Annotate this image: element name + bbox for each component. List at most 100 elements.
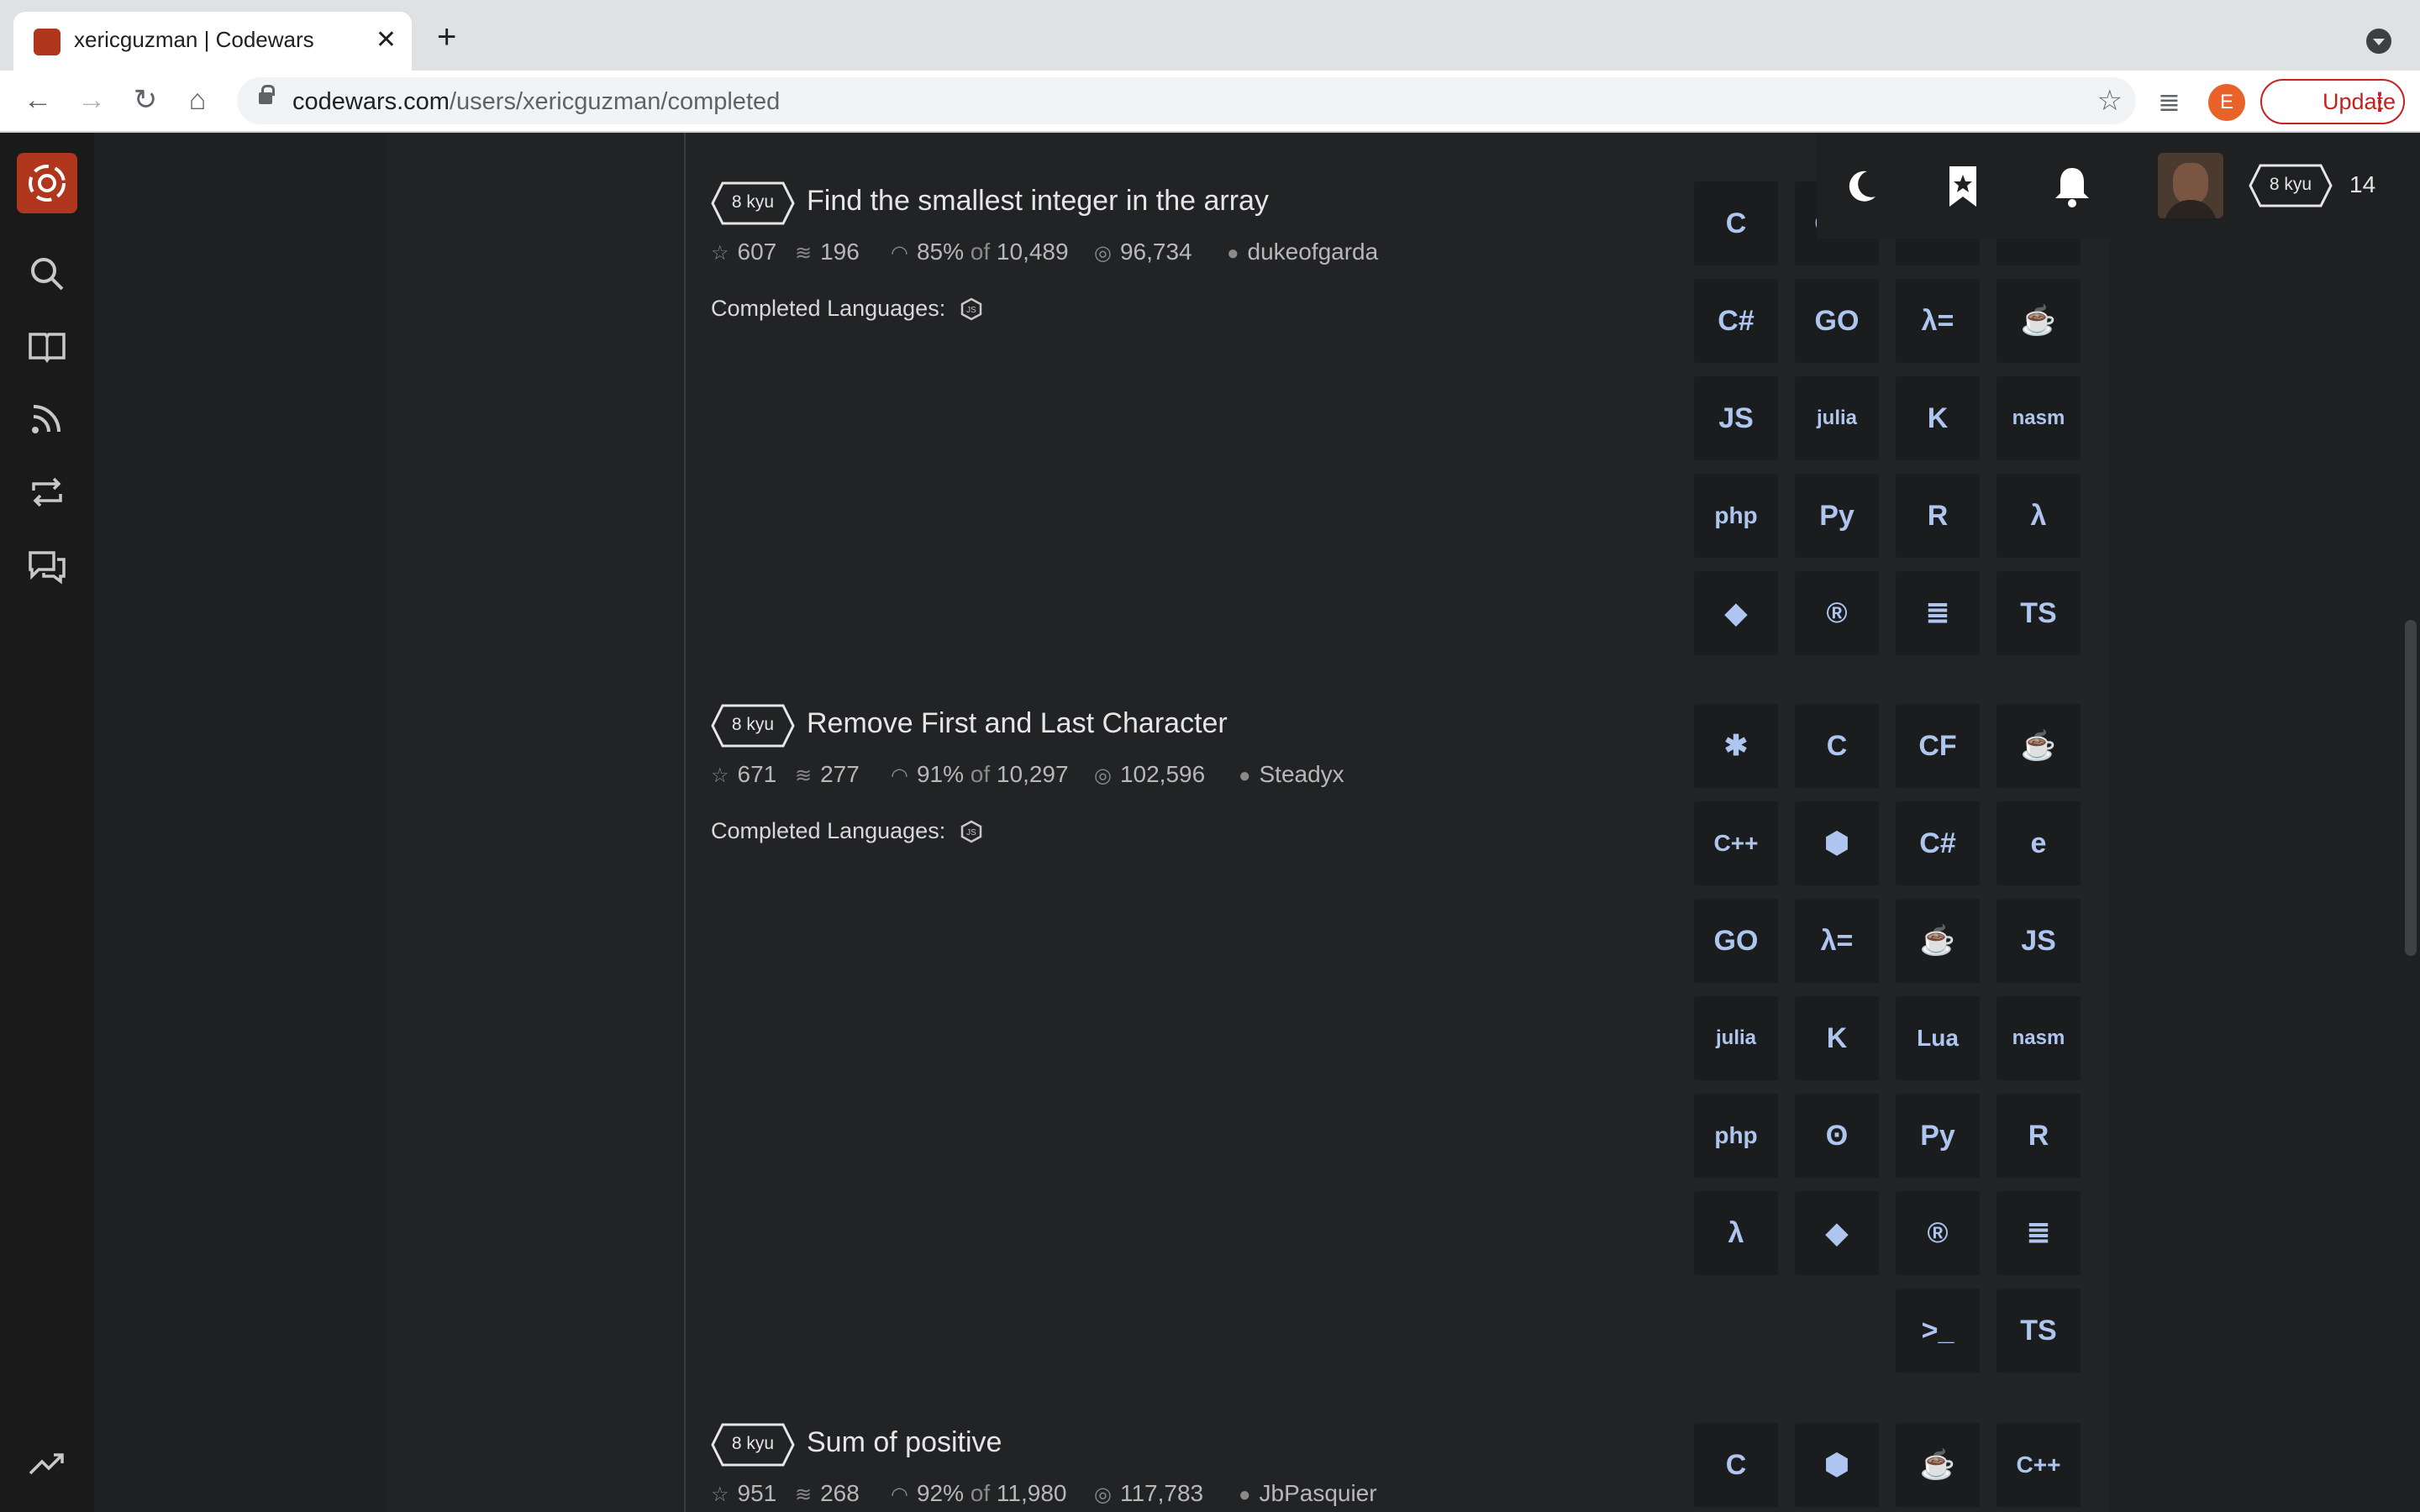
cplusplus-language-icon[interactable]: C++ [1694, 801, 1778, 885]
user-icon: ● [1239, 1483, 1251, 1506]
kotlin-language-icon[interactable]: K [1896, 376, 1980, 460]
julia-icon-glyph: julia [1816, 407, 1857, 429]
cfml-icon-glyph: CF [1918, 730, 1957, 762]
address-bar: ← → ↻ ⌂ codewars.com/users/xericguzman/c… [0, 71, 2420, 133]
author-link[interactable]: dukeofgarda [1248, 239, 1379, 265]
typescript-icon-glyph: TS [2020, 1315, 2057, 1347]
go-language-icon[interactable]: GO [1694, 899, 1778, 983]
lua-language-icon[interactable]: Lua [1896, 996, 1980, 1080]
rust-language-icon[interactable]: ® [1896, 1191, 1980, 1275]
user-avatar[interactable] [2158, 153, 2223, 218]
cfml-language-icon[interactable]: CF [1896, 704, 1980, 788]
prolog-language-icon[interactable]: ʘ [1795, 1094, 1879, 1178]
kotlin-language-icon[interactable]: K [1795, 996, 1879, 1080]
author-stat[interactable]: ● JbPasquier [1239, 1480, 1377, 1507]
julia-language-icon[interactable]: julia [1795, 376, 1879, 460]
python-icon-glyph: Py [1920, 1120, 1955, 1152]
java-language-icon[interactable]: ☕ [1996, 279, 2081, 363]
url-field[interactable]: codewars.com/users/xericguzman/completed… [237, 77, 2136, 124]
csharp-language-icon[interactable]: C# [1694, 279, 1778, 363]
tab-search-icon[interactable] [2366, 29, 2391, 54]
tab-close-icon[interactable]: ✕ [376, 24, 397, 57]
cplusplus-icon-glyph: C++ [1713, 830, 1759, 856]
author-stat[interactable]: ● Steadyx [1239, 761, 1344, 788]
user-rank-label: 8 kyu [2269, 175, 2312, 194]
rust-language-icon[interactable]: ® [1795, 571, 1879, 655]
notifications-bell-icon[interactable] [2052, 163, 2092, 210]
docs-book-icon[interactable] [25, 324, 69, 368]
c-language-icon[interactable]: C [1694, 1423, 1778, 1507]
browser-tab[interactable]: xericguzman | Codewars ✕ [13, 12, 412, 71]
racket-language-icon[interactable]: λ [1694, 1191, 1778, 1275]
stars-value: 951 [737, 1480, 777, 1506]
kata-title-link[interactable]: Remove First and Last Character [807, 707, 1228, 740]
crystal-language-icon[interactable]: ⬢ [1795, 801, 1879, 885]
go-language-icon[interactable]: GO [1795, 279, 1879, 363]
home-icon[interactable]: ⌂ [176, 79, 218, 121]
coffeescript-language-icon[interactable]: ☕ [1996, 704, 2081, 788]
kata-title-link[interactable]: Find the smallest integer in the array [807, 185, 1269, 218]
haskell-icon-glyph: λ= [1921, 305, 1954, 337]
discussion-chat-icon[interactable] [25, 544, 69, 588]
python-language-icon[interactable]: Py [1795, 474, 1879, 558]
typescript-language-icon[interactable]: TS [1996, 571, 2081, 655]
profile-avatar[interactable]: E [2208, 84, 2245, 121]
typescript-language-icon[interactable]: TS [1996, 1289, 2081, 1373]
dark-mode-moon-icon[interactable] [1842, 163, 1882, 210]
feed-icon[interactable] [25, 396, 69, 440]
ruby-language-icon[interactable]: ◆ [1694, 571, 1778, 655]
author-stat[interactable]: ● dukeofgarda [1227, 239, 1378, 265]
update-button[interactable]: Update ⋮ [2260, 79, 2405, 124]
bf-language-icon[interactable]: ✱ [1694, 704, 1778, 788]
scrollbar-thumb[interactable] [2405, 620, 2417, 956]
csharp-language-icon[interactable]: C# [1896, 801, 1980, 885]
new-tab-icon[interactable]: + [437, 20, 456, 54]
scala-language-icon[interactable]: ≣ [1996, 1191, 2081, 1275]
of-label: of [970, 1480, 991, 1506]
left-nav [0, 133, 94, 1512]
python-language-icon[interactable]: Py [1896, 1094, 1980, 1178]
forward-icon[interactable]: → [71, 79, 113, 121]
c-language-icon[interactable]: C [1795, 704, 1879, 788]
kata-title-link[interactable]: Sum of positive [807, 1426, 1002, 1459]
php-language-icon[interactable]: php [1694, 474, 1778, 558]
codewars-logo-icon[interactable] [17, 153, 77, 213]
satisfaction-stat: ◠ 92% of 11,980 [891, 1480, 1066, 1507]
bookmark-star-icon[interactable]: ☆ [2097, 84, 2123, 118]
reload-icon[interactable]: ↻ [124, 79, 166, 121]
c-language-icon[interactable]: C [1694, 181, 1778, 265]
r-language-icon[interactable]: R [1996, 1094, 2081, 1178]
crystal-language-icon[interactable]: ⬢ [1795, 1423, 1879, 1507]
nasm-language-icon[interactable]: nasm [1996, 376, 2081, 460]
javascript-language-icon[interactable]: JS [1694, 376, 1778, 460]
search-icon[interactable] [25, 252, 69, 296]
menu-dots-icon[interactable]: ⋮ [2368, 81, 2391, 123]
nasm-language-icon[interactable]: nasm [1996, 996, 2081, 1080]
shell-language-icon[interactable]: >_ [1896, 1289, 1980, 1373]
target-icon: ◎ [1094, 1483, 1112, 1506]
elixir-language-icon[interactable]: e [1996, 801, 2081, 885]
cplusplus-language-icon[interactable]: C++ [1996, 1423, 2081, 1507]
eye-icon: ◠ [891, 764, 908, 787]
ruby-language-icon[interactable]: ◆ [1795, 1191, 1879, 1275]
r-language-icon[interactable]: R [1896, 474, 1980, 558]
haskell-language-icon[interactable]: λ= [1795, 899, 1879, 983]
racket-language-icon[interactable]: λ [1996, 474, 2081, 558]
back-icon[interactable]: ← [17, 79, 59, 121]
java-language-icon[interactable]: ☕ [1896, 899, 1980, 983]
reading-list-icon[interactable]: ≣ [2158, 86, 2191, 119]
practice-repeat-icon[interactable] [25, 470, 69, 514]
trending-icon[interactable] [25, 1441, 69, 1485]
scala-language-icon[interactable]: ≣ [1896, 571, 1980, 655]
haskell-language-icon[interactable]: λ= [1896, 279, 1980, 363]
coffeescript-language-icon[interactable]: ☕ [1896, 1423, 1980, 1507]
scala-icon-glyph: ≣ [1925, 597, 1950, 629]
kyu-rank-badge: 8 kyu [711, 181, 795, 225]
bookmark-icon[interactable] [1943, 163, 1983, 210]
author-link[interactable]: Steadyx [1260, 761, 1344, 787]
author-link[interactable]: JbPasquier [1260, 1480, 1377, 1506]
javascript-language-icon[interactable]: JS [1996, 899, 2081, 983]
crystal-icon-glyph: ⬢ [1824, 827, 1849, 859]
php-language-icon[interactable]: php [1694, 1094, 1778, 1178]
julia-language-icon[interactable]: julia [1694, 996, 1778, 1080]
